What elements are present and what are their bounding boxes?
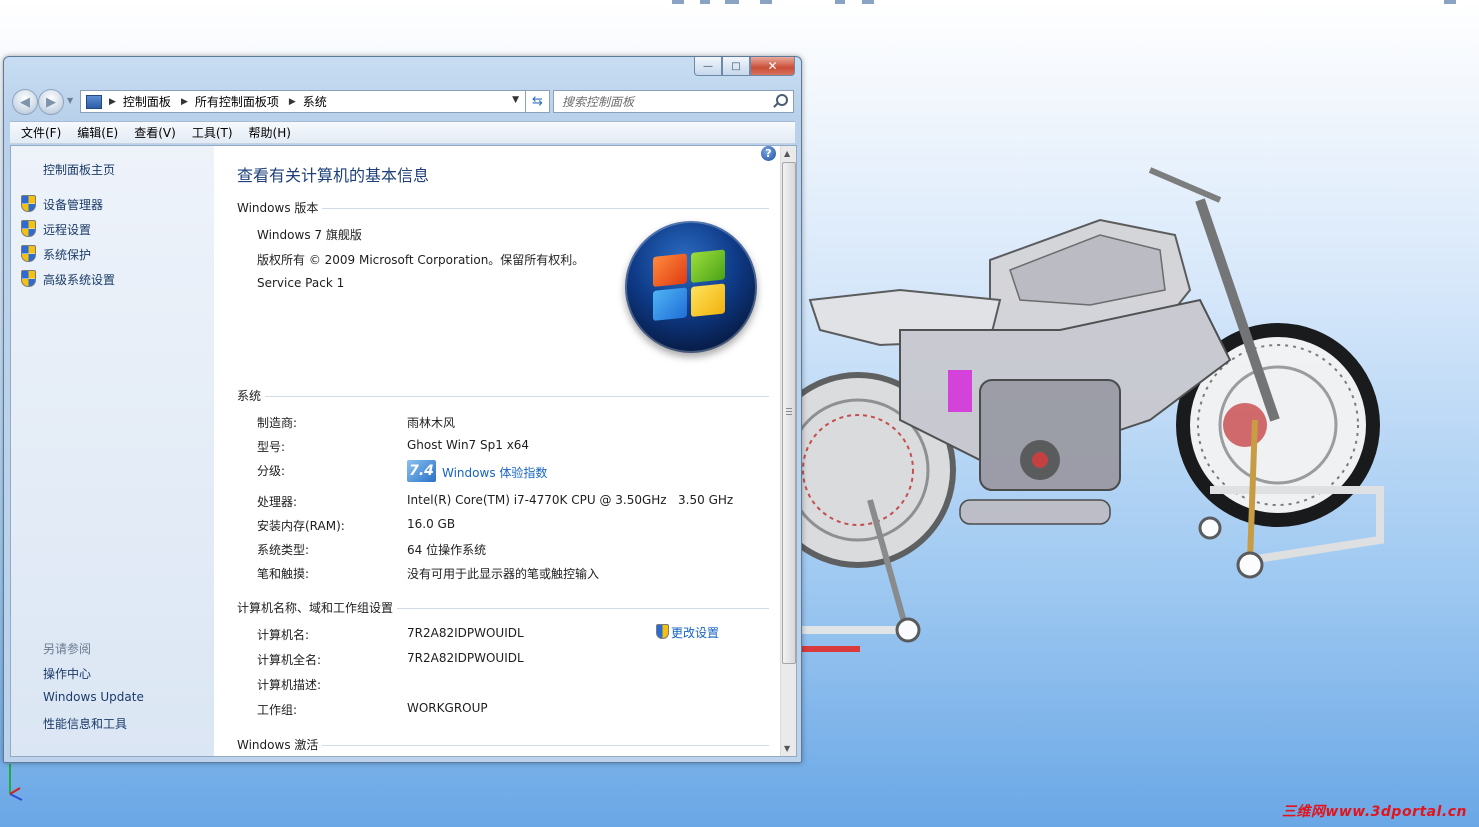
service-pack-value: Service Pack 1 <box>257 276 345 290</box>
breadcrumb-control-panel[interactable]: 控制面板 <box>123 93 171 110</box>
refresh-button[interactable]: ⇆ <box>525 90 550 113</box>
refresh-icon: ⇆ <box>532 94 543 109</box>
minimize-button[interactable]: — <box>694 57 722 76</box>
menu-help[interactable]: 帮助(H) <box>241 124 299 141</box>
computer-name-label: 计算机名: <box>257 628 310 642</box>
scroll-up-icon[interactable]: ▲ <box>784 149 790 158</box>
system-properties-window: — □ ✕ ◀ ▶ ▼ ▶ 控制面板 ▶ 所有控制面板项 ▶ 系统 ▼ ⇆ 文件… <box>3 56 802 763</box>
windows-logo-icon <box>625 221 757 353</box>
copyright-text: 版权所有 © 2009 Microsoft Corporation。保留所有权利… <box>257 253 585 267</box>
full-name-label: 计算机全名: <box>257 653 322 667</box>
close-button[interactable]: ✕ <box>750 57 795 76</box>
remote-settings-label: 远程设置 <box>43 223 92 237</box>
motorcycle-model <box>760 167 1384 652</box>
ram-value: 16.0 GB <box>407 517 456 531</box>
experience-index-badge[interactable]: 7.4 <box>407 460 436 482</box>
change-settings-label: 更改设置 <box>671 626 720 640</box>
recent-pages-dropdown[interactable]: ▼ <box>67 96 73 105</box>
pen-touch-label: 笔和触摸: <box>257 567 310 581</box>
task-sidebar: 控制面板主页 设备管理器 远程设置 系统保护 高级系统设置 另请参阅 操作中心 … <box>11 146 214 756</box>
system-info-panel: ? 查看有关计算机的基本信息 Windows 版本 Windows 7 旗舰版 … <box>214 146 780 756</box>
model-label: 型号: <box>257 440 286 454</box>
pen-touch-value: 没有可用于此显示器的笔或触控输入 <box>407 567 600 581</box>
menu-tools[interactable]: 工具(T) <box>184 124 241 141</box>
grip-icon <box>786 408 792 415</box>
page-title: 查看有关计算机的基本信息 <box>237 166 430 185</box>
performance-tools-link[interactable]: 性能信息和工具 <box>43 715 127 732</box>
system-type-label: 系统类型: <box>257 543 310 557</box>
uac-shield-icon <box>21 195 36 212</box>
remote-settings-link[interactable]: 远程设置 <box>21 220 92 238</box>
menu-edit[interactable]: 编辑(E) <box>69 124 126 141</box>
search-input[interactable] <box>560 93 772 110</box>
advanced-system-settings-link[interactable]: 高级系统设置 <box>21 270 116 288</box>
device-manager-link[interactable]: 设备管理器 <box>21 195 104 213</box>
activation-header: Windows 激活 <box>237 736 323 753</box>
address-bar[interactable]: ▶ 控制面板 ▶ 所有控制面板项 ▶ 系统 ▼ <box>80 90 526 113</box>
control-panel-home-link[interactable]: 控制面板主页 <box>43 161 115 178</box>
model-value: Ghost Win7 Sp1 x64 <box>407 438 530 452</box>
workgroup-label: 工作组: <box>257 703 298 717</box>
system-protection-link[interactable]: 系统保护 <box>21 245 92 263</box>
uac-shield-icon <box>21 245 36 262</box>
navigation-row: ◀ ▶ ▼ ▶ 控制面板 ▶ 所有控制面板项 ▶ 系统 ▼ ⇆ <box>10 89 795 115</box>
uac-shield-icon <box>21 270 36 287</box>
breadcrumb-all-items[interactable]: 所有控制面板项 <box>195 93 279 110</box>
windows-update-link[interactable]: Windows Update <box>43 690 144 704</box>
computer-name-value: 7R2A82IDPWOUIDL <box>407 626 524 640</box>
action-center-link[interactable]: 操作中心 <box>43 665 91 682</box>
uac-shield-icon <box>656 624 669 639</box>
forward-button[interactable]: ▶ <box>38 89 64 115</box>
experience-index-link[interactable]: Windows 体验指数 <box>442 464 547 481</box>
uac-shield-icon <box>21 220 36 237</box>
ram-label: 安装内存(RAM): <box>257 519 345 533</box>
search-box[interactable] <box>553 90 794 113</box>
processor-value: Intel(R) Core(TM) i7-4770K CPU @ 3.50GHz… <box>407 493 734 507</box>
system-type-value: 64 位操作系统 <box>407 543 487 557</box>
breadcrumb-separator-icon[interactable]: ▶ <box>181 97 188 107</box>
menu-file[interactable]: 文件(F) <box>10 124 69 141</box>
maximize-button[interactable]: □ <box>722 57 750 76</box>
scroll-down-icon[interactable]: ▼ <box>784 744 790 753</box>
manufacturer-label: 制造商: <box>257 416 298 430</box>
menu-view[interactable]: 查看(V) <box>126 124 184 141</box>
address-dropdown-icon[interactable]: ▼ <box>512 95 519 105</box>
system-header: 系统 <box>237 387 266 404</box>
breadcrumb-system[interactable]: 系统 <box>303 93 327 110</box>
workgroup-value: WORKGROUP <box>407 701 488 715</box>
breadcrumb-separator-icon[interactable]: ▶ <box>289 97 296 107</box>
control-panel-icon <box>86 94 102 109</box>
windows-edition-value: Windows 7 旗舰版 <box>257 228 362 242</box>
change-settings-link[interactable]: 更改设置 <box>656 624 719 641</box>
advanced-system-settings-label: 高级系统设置 <box>43 273 116 287</box>
see-also-heading: 另请参阅 <box>43 642 92 656</box>
back-button[interactable]: ◀ <box>12 89 38 115</box>
axis-triad-icon <box>9 764 23 801</box>
window-caption-buttons: — □ ✕ <box>694 57 795 76</box>
computer-name-header: 计算机名称、域和工作组设置 <box>237 599 398 616</box>
help-icon[interactable]: ? <box>761 146 776 161</box>
device-manager-label: 设备管理器 <box>43 198 104 212</box>
description-label: 计算机描述: <box>257 678 322 692</box>
vertical-scrollbar[interactable]: ▲ ▼ <box>780 146 796 756</box>
full-name-value: 7R2A82IDPWOUIDL <box>407 651 524 665</box>
rating-row: 7.4 Windows 体验指数 <box>214 460 774 484</box>
content-pane: 控制面板主页 设备管理器 远程设置 系统保护 高级系统设置 另请参阅 操作中心 … <box>10 145 797 757</box>
breadcrumb-separator-icon[interactable]: ▶ <box>109 97 116 107</box>
manufacturer-value: 雨林木风 <box>407 416 456 430</box>
system-protection-label: 系统保护 <box>43 248 92 262</box>
scrollbar-thumb[interactable] <box>782 162 796 664</box>
search-icon[interactable] <box>776 94 788 106</box>
processor-label: 处理器: <box>257 495 298 509</box>
menu-bar: 文件(F) 编辑(E) 查看(V) 工具(T) 帮助(H) <box>10 121 795 144</box>
site-watermark: 三维网www.3dportal.cn <box>1281 804 1467 820</box>
section-divider <box>237 396 769 397</box>
windows-edition-header: Windows 版本 <box>237 199 323 216</box>
